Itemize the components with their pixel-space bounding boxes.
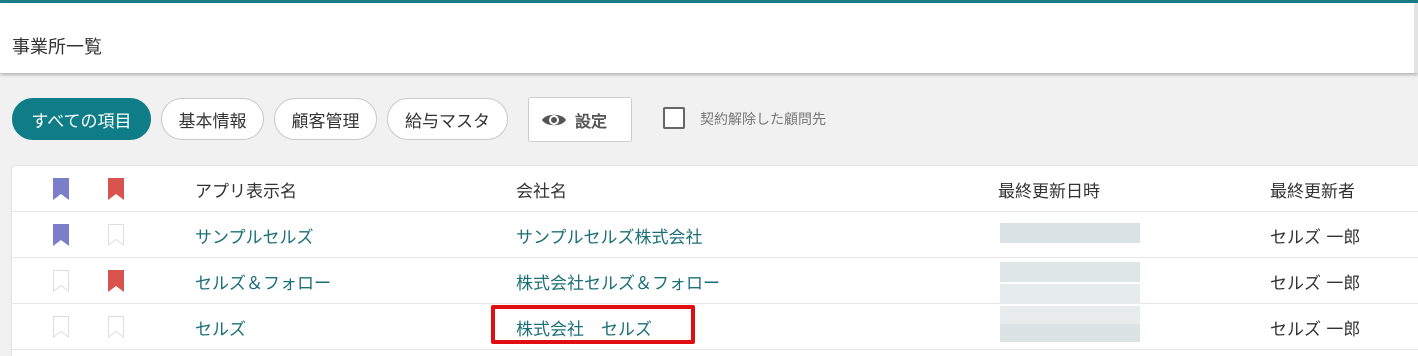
filter-basic-info[interactable]: 基本情報 xyxy=(161,98,264,140)
filter-all-items[interactable]: すべての項目 xyxy=(12,98,151,140)
column-header-app-name[interactable]: アプリ表示名 xyxy=(195,166,297,212)
terminated-clients-checkbox[interactable] xyxy=(663,107,685,129)
filter-payroll-master[interactable]: 給与マスタ xyxy=(387,98,508,140)
updated-by: セルズ 一郎 xyxy=(1270,227,1361,248)
page-header: 事業所一覧 xyxy=(0,3,1418,73)
filter-customer-management[interactable]: 顧客管理 xyxy=(274,98,377,140)
table-row[interactable]: セルズ＆フォロー 株式会社セルズ＆フォロー セルズ 一郎 xyxy=(12,258,1418,304)
bookmark-blue-icon[interactable] xyxy=(53,224,69,246)
bookmark-outline-icon[interactable] xyxy=(53,316,69,338)
column-header-updated-by[interactable]: 最終更新者 xyxy=(1270,166,1355,212)
column-header-company[interactable]: 会社名 xyxy=(516,166,567,212)
updated-by: セルズ 一郎 xyxy=(1270,319,1361,340)
updated-by: セルズ 一郎 xyxy=(1270,273,1361,294)
bookmark-blue-header-icon[interactable] xyxy=(53,178,69,200)
scrollbar-track[interactable] xyxy=(1414,3,1418,73)
app-name-link[interactable]: セルズ xyxy=(195,304,246,350)
bookmark-outline-icon[interactable] xyxy=(108,316,124,338)
settings-label: 設定 xyxy=(575,111,608,131)
table-row[interactable]: サンプルセルズ サンプルセルズ株式会社 セルズ 一郎 xyxy=(12,212,1418,258)
column-header-updated-at[interactable]: 最終更新日時 xyxy=(998,166,1100,212)
redacted-timestamp xyxy=(1000,306,1140,326)
highlight-box xyxy=(491,305,695,344)
company-link[interactable]: 株式会社セルズ＆フォロー xyxy=(516,258,720,304)
eye-icon xyxy=(542,114,566,125)
terminated-clients-label: 契約解除した顧問先 xyxy=(700,112,826,128)
table-header-row: アプリ表示名 会社名 最終更新日時 最終更新者 xyxy=(12,166,1418,212)
bookmark-outline-icon[interactable] xyxy=(53,270,69,292)
bookmark-red-icon[interactable] xyxy=(108,270,124,292)
app-name-link[interactable]: セルズ＆フォロー xyxy=(195,258,331,304)
redacted-timestamp xyxy=(1000,262,1140,282)
app-name-link[interactable]: サンプルセルズ xyxy=(195,212,314,258)
company-link[interactable]: サンプルセルズ株式会社 xyxy=(516,212,703,258)
table-row[interactable]: セルズ 株式会社 セルズ セルズ 一郎 xyxy=(12,304,1418,350)
office-table: アプリ表示名 会社名 最終更新日時 最終更新者 サンプルセルズ サンプルセルズ株… xyxy=(12,166,1418,356)
bookmark-red-header-icon[interactable] xyxy=(108,178,124,200)
redacted-timestamp xyxy=(1000,223,1140,243)
bookmark-outline-icon[interactable] xyxy=(108,224,124,246)
page-title: 事業所一覧 xyxy=(12,37,102,58)
settings-button[interactable]: 設定 xyxy=(528,97,632,142)
redacted-timestamp xyxy=(1000,324,1140,342)
redacted-timestamp xyxy=(1000,284,1140,304)
